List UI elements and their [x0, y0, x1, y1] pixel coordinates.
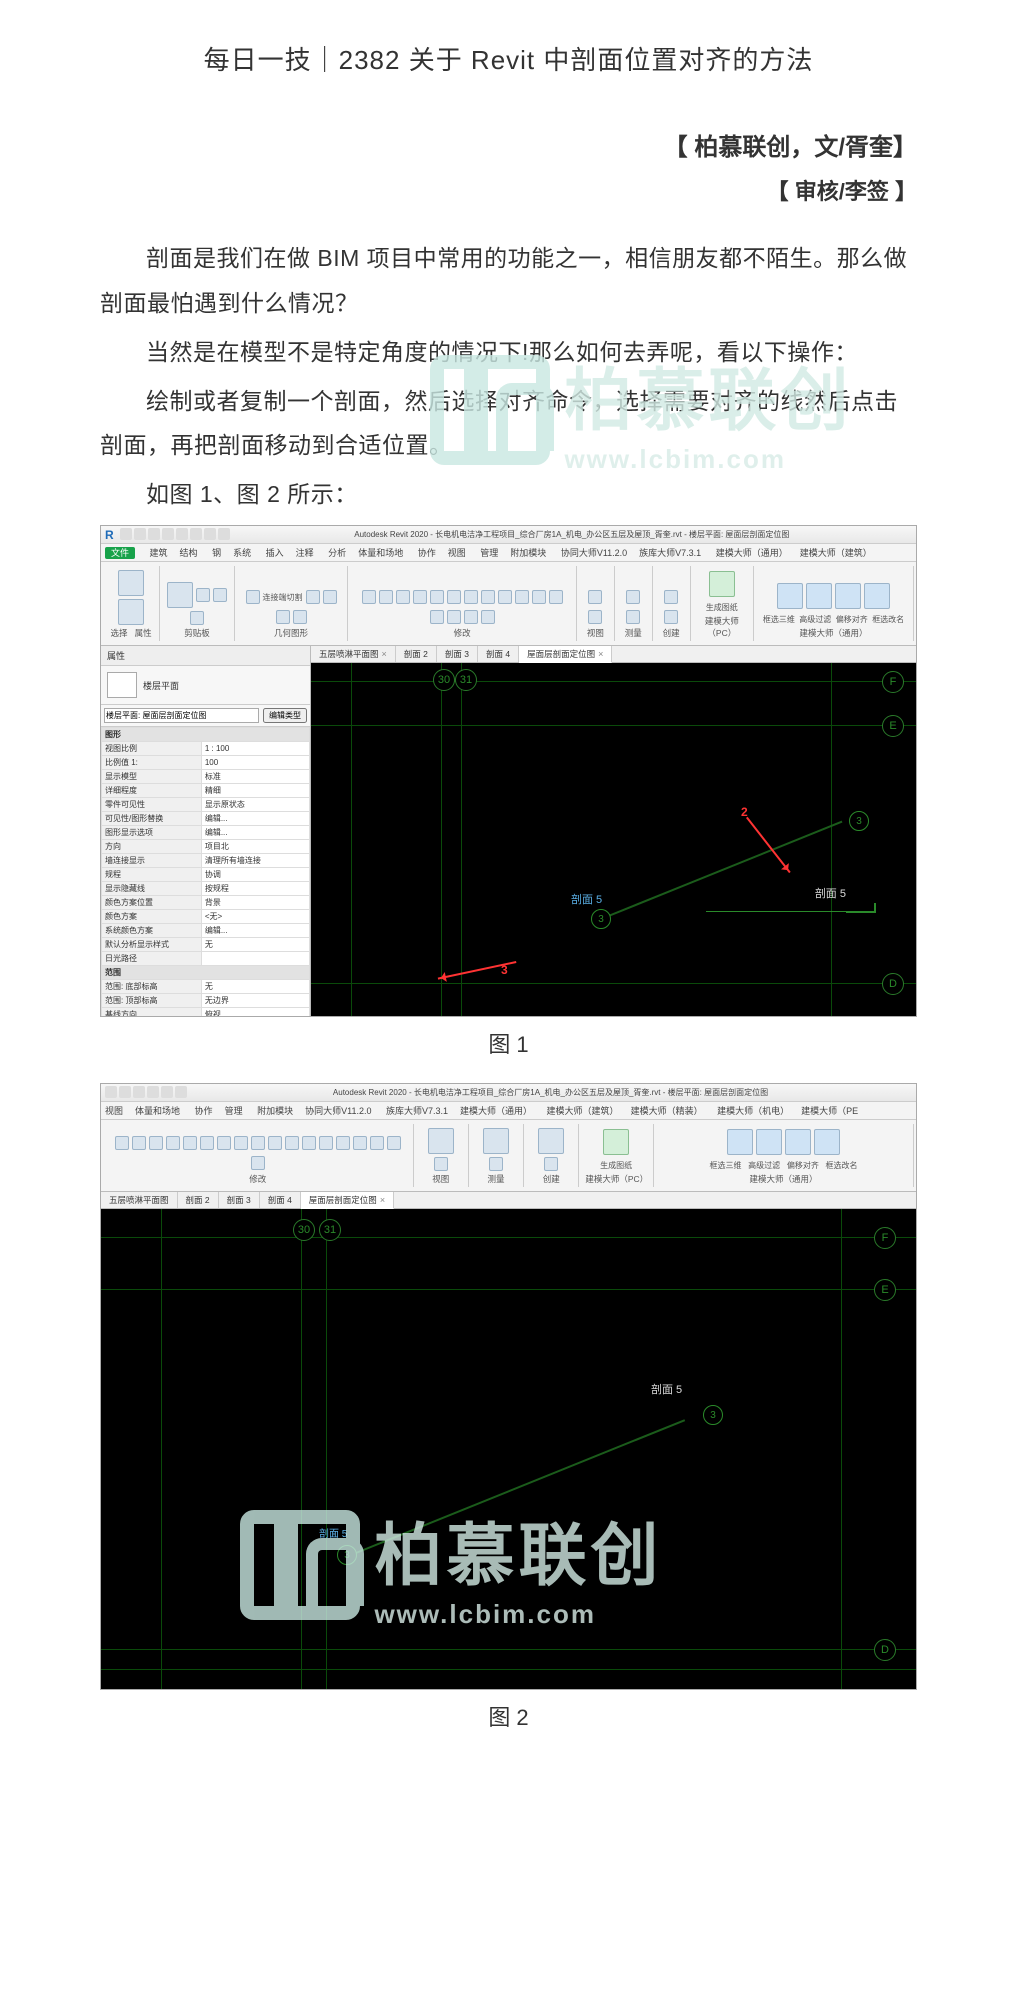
ribbon-group-general[interactable]: 框选三维 高级过滤 偏移对齐 框选改名 建模大师（通用） — [754, 566, 914, 641]
view-tab-active[interactable]: 屋面层剖面定位图× — [519, 646, 612, 663]
section-label-horiz: 剖面 5 — [815, 885, 846, 901]
section-tail[interactable]: 3 — [703, 1405, 723, 1425]
grid-bubble: E — [882, 715, 904, 737]
reviewer: 【 审核/李签 】 — [100, 174, 917, 206]
grid-bubble: D — [882, 973, 904, 995]
page-title: 每日一技｜2382 关于 Revit 中剖面位置对齐的方法 — [100, 40, 917, 77]
ribbon-tab-file[interactable]: 文件 — [105, 547, 135, 559]
grid-bubble: 30 — [433, 669, 455, 691]
section-label: 剖面 5 — [651, 1381, 682, 1397]
section-tail[interactable]: 3 — [849, 811, 869, 831]
type-thumb-icon — [107, 672, 137, 698]
ribbon-group-clipboard[interactable]: 剪贴板 — [160, 566, 235, 641]
grid-bubble: F — [882, 671, 904, 693]
grid-bubble: 30 — [293, 1219, 315, 1241]
revit-screenshot-1: R Autodesk Revit 2020 - 长电机电洁净工程项目_综合厂房1… — [100, 525, 917, 1017]
sheet-icon — [709, 571, 735, 597]
ribbon-group-view[interactable]: 视图 — [577, 566, 615, 641]
grid-bubble: F — [874, 1227, 896, 1249]
drawing-canvas[interactable]: F E D 30 31 3 3 剖面 5 剖面 5 1 — [311, 663, 916, 1016]
figure-1-caption: 图 1 — [100, 1027, 917, 1059]
section-line-diag[interactable] — [351, 1419, 686, 1556]
ribbon-group-measure[interactable]: 测量 — [469, 1124, 524, 1187]
instance-selector[interactable] — [104, 708, 259, 723]
ribbon-group-create[interactable]: 创建 — [653, 566, 691, 641]
figure-1: 柏慕联创 www.lcbim.com R Autodesk Revit 2020… — [100, 525, 917, 1017]
section-label-diag: 剖面 5 — [571, 891, 602, 907]
paste-icon — [167, 582, 193, 608]
view-tabs[interactable]: 五层喷淋平面图 剖面 2 剖面 3 剖面 4 屋面层剖面定位图× — [101, 1192, 916, 1209]
paragraph-1: 剖面是我们在做 BIM 项目中常用的功能之一，相信朋友都不陌生。那么做剖面最怕遇… — [100, 236, 917, 326]
ribbon-group-view[interactable]: 视图 — [414, 1124, 469, 1187]
ribbon-group-select[interactable]: 选择 属性 — [103, 566, 160, 641]
ribbon-tabs[interactable]: 视图体量和场地 协作管理 附加模块协同大师V11.2.0 族库大师V7.3.1建… — [101, 1102, 916, 1120]
cursor-icon — [118, 570, 144, 596]
ribbon-panel: 选择 属性 剪贴板 连接端切割 几何图形 修改 视图 — [101, 562, 916, 646]
ribbon-tabs[interactable]: 文件 建筑结构 钢系统 插入注释 分析体量和场地 协作视图 管理附加模块 协同大… — [101, 544, 916, 562]
section-hint: 剖面 5 — [319, 1525, 347, 1540]
window-title: Autodesk Revit 2020 - 长电机电洁净工程项目_综合厂房1A_… — [232, 529, 912, 540]
revit-screenshot-2: Autodesk Revit 2020 - 长电机电洁净工程项目_综合厂房1A_… — [100, 1083, 917, 1690]
arrow-icon — [311, 663, 323, 681]
ribbon-group-modify[interactable]: 修改 — [348, 566, 577, 641]
close-icon: × — [598, 649, 603, 659]
view-tab[interactable]: 剖面 3 — [219, 1192, 260, 1208]
modify-icon — [118, 599, 144, 625]
paragraph-3: 绘制或者复制一个剖面，然后选择对齐命令，选择需要对齐的线然后点击剖面，再把剖面移… — [100, 379, 917, 469]
section-flag[interactable] — [846, 899, 876, 913]
view-tab[interactable]: 剖面 3 — [437, 646, 478, 662]
ribbon-group-create[interactable]: 创建 — [524, 1124, 579, 1187]
section-line-diag[interactable] — [601, 821, 843, 920]
figure-2-caption: 图 2 — [100, 1700, 917, 1732]
quick-access-toolbar[interactable] — [120, 528, 232, 542]
ribbon-group-pc[interactable]: 生成图纸 建模大师（PC） — [579, 1124, 654, 1187]
quick-access-toolbar[interactable] — [105, 1086, 189, 1100]
properties-grid[interactable]: 图形视图比例1 : 100比例值 1:100显示模型标准详细程度精细零件可见性显… — [101, 727, 310, 1016]
view-tab-active[interactable]: 屋面层剖面定位图× — [301, 1192, 394, 1209]
ribbon-group-geometry[interactable]: 连接端切割 几何图形 — [235, 566, 348, 641]
grid-bubble: 31 — [319, 1219, 341, 1241]
drawing-canvas[interactable]: F E D 30 31 3 3 剖面 5 剖面 5 — [101, 1209, 916, 1689]
view-tab[interactable]: 剖面 2 — [178, 1192, 219, 1208]
close-icon: × — [382, 649, 387, 659]
ribbon-group-modify[interactable]: 修改 — [103, 1124, 414, 1187]
grid-bubble: 31 — [455, 669, 477, 691]
revit-titlebar: R Autodesk Revit 2020 - 长电机电洁净工程项目_综合厂房1… — [101, 526, 916, 544]
align-icon — [362, 590, 376, 604]
view-tabs[interactable]: 五层喷淋平面图× 剖面 2 剖面 3 剖面 4 屋面层剖面定位图× — [311, 646, 916, 663]
grid-bubble: D — [874, 1639, 896, 1661]
properties-panel: 属性 楼层平面 编辑类型 图形视图比例1 : 100比例值 1:100显示模型标… — [101, 646, 311, 1016]
view-tab[interactable]: 剖面 4 — [478, 646, 519, 662]
view-tab[interactable]: 剖面 2 — [396, 646, 437, 662]
paragraph-4: 如图 1、图 2 所示： — [100, 472, 917, 517]
ribbon-group-general[interactable]: 框选三维 高级过滤 偏移对齐 框选改名 建模大师（通用） — [654, 1124, 914, 1187]
view-tab[interactable]: 五层喷淋平面图× — [311, 646, 396, 662]
window-title: Autodesk Revit 2020 - 长电机电洁净工程项目_综合厂房1A_… — [189, 1087, 912, 1098]
section-head[interactable]: 3 — [337, 1545, 357, 1565]
view-tab[interactable]: 五层喷淋平面图 — [101, 1192, 178, 1208]
edit-type-button[interactable]: 编辑类型 — [263, 708, 307, 723]
properties-header: 属性 — [101, 646, 310, 666]
ribbon-panel: 修改 视图 测量 创建 生成图纸 建模大师（PC） — [101, 1120, 916, 1192]
grid-bubble: E — [874, 1279, 896, 1301]
byline: 【 柏慕联创，文/胥奎】 — [100, 127, 917, 162]
view-tab[interactable]: 剖面 4 — [260, 1192, 301, 1208]
revit-titlebar: Autodesk Revit 2020 - 长电机电洁净工程项目_综合厂房1A_… — [101, 1084, 916, 1102]
section-line-horiz[interactable] — [706, 911, 846, 912]
section-head[interactable]: 3 — [591, 909, 611, 929]
ribbon-group-pc[interactable]: 生成图纸 建模大师（PC） — [691, 566, 754, 641]
revit-logo-icon: R — [105, 528, 114, 542]
close-icon: × — [380, 1195, 385, 1205]
ribbon-group-measure[interactable]: 测量 — [615, 566, 653, 641]
figure-2: Autodesk Revit 2020 - 长电机电洁净工程项目_综合厂房1A_… — [100, 1083, 917, 1690]
paragraph-2: 当然是在模型不是特定角度的情况下!那么如何去弄呢，看以下操作： — [100, 330, 917, 375]
type-selector[interactable]: 楼层平面 — [101, 666, 310, 705]
